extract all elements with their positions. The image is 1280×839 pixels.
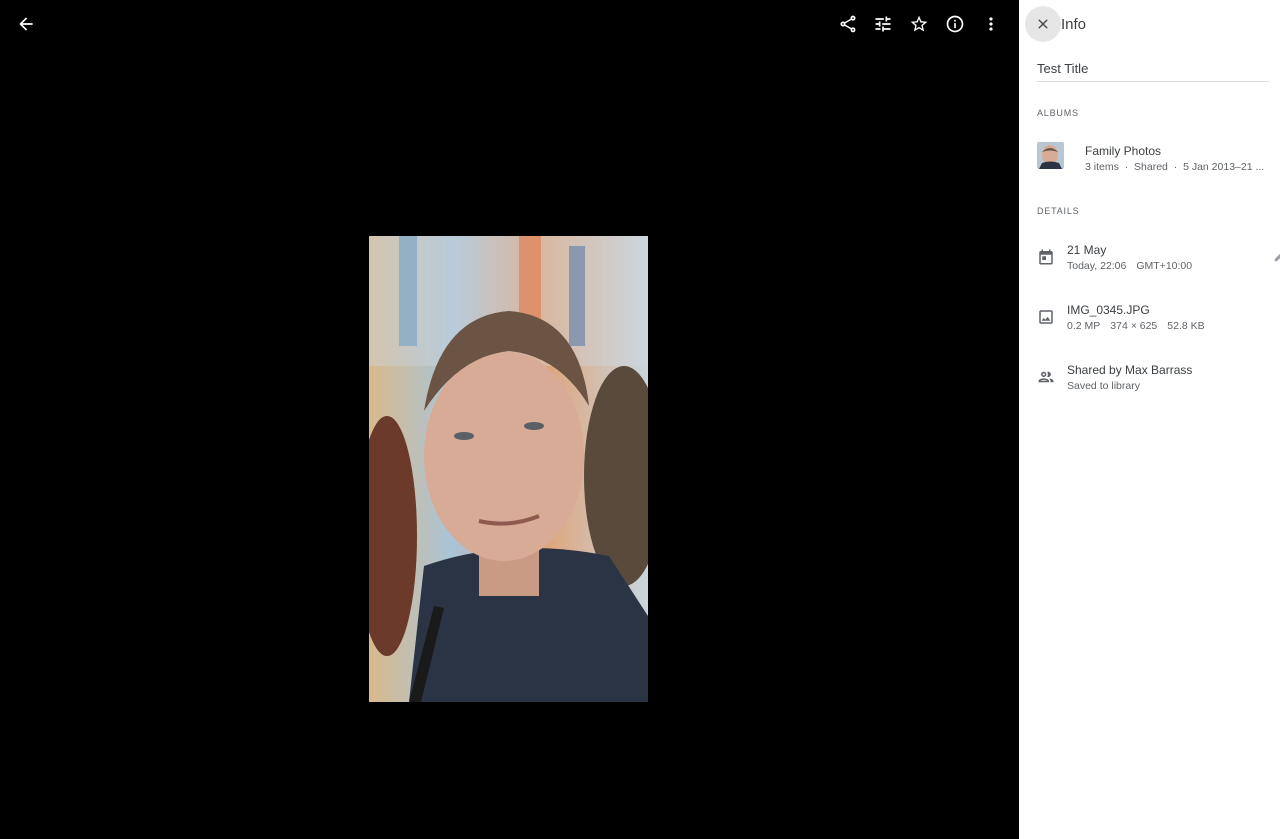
photo-viewer	[0, 0, 1019, 839]
file-size: 52.8 KB	[1167, 320, 1205, 332]
people-icon	[1037, 368, 1055, 386]
file-dimensions: 374 × 625	[1110, 320, 1158, 332]
close-icon	[1038, 19, 1048, 29]
album-shared-status: Shared	[1134, 161, 1168, 173]
saved-status: Saved to library	[1067, 380, 1140, 392]
info-icon	[946, 15, 964, 33]
album-item-count: 3 items	[1085, 161, 1119, 173]
calendar-icon	[1037, 248, 1055, 266]
album-item[interactable]: Family Photos 3 items · Shared · 5 Jan 2…	[1037, 140, 1277, 176]
image-icon	[1037, 308, 1055, 326]
share-button[interactable]	[832, 8, 864, 40]
file-megapixels: 0.2 MP	[1067, 320, 1101, 332]
separator: ·	[1124, 161, 1129, 173]
tune-icon	[875, 16, 891, 32]
edit-date-button[interactable]	[1273, 249, 1280, 263]
albums-section-label: ALBUMS	[1037, 108, 1079, 118]
close-button[interactable]	[1025, 6, 1061, 42]
separator: ·	[1173, 161, 1178, 173]
more-options-button[interactable]	[975, 8, 1007, 40]
album-thumbnail	[1037, 142, 1064, 169]
date-detail: 21 May Today, 22:06 GMT+10:00	[1037, 241, 1280, 281]
info-panel: Info ALBUMS Family Photos 3 items · Shar…	[1019, 0, 1280, 839]
pencil-icon	[1274, 253, 1280, 262]
sharing-detail: Shared by Max Barrass Saved to library	[1037, 361, 1277, 401]
photo-title-input[interactable]	[1037, 60, 1269, 82]
date-secondary: Today, 22:06 GMT+10:00	[1067, 260, 1192, 272]
album-name: Family Photos	[1085, 144, 1162, 158]
main-photo	[369, 236, 648, 702]
album-date-range: 5 Jan 2013–21 ...	[1183, 161, 1265, 173]
date-time: Today, 22:06	[1067, 260, 1127, 272]
arrow-back-icon	[19, 17, 33, 31]
info-button[interactable]	[939, 8, 971, 40]
file-name: IMG_0345.JPG	[1067, 303, 1150, 317]
more-vert-icon	[989, 17, 993, 31]
details-section-label: DETAILS	[1037, 206, 1080, 216]
panel-title: Info	[1061, 16, 1087, 33]
date-primary: 21 May	[1067, 243, 1107, 257]
favorite-button[interactable]	[903, 8, 935, 40]
share-icon	[840, 15, 856, 33]
date-timezone: GMT+10:00	[1136, 260, 1193, 272]
edit-button[interactable]	[867, 8, 899, 40]
file-detail: IMG_0345.JPG 0.2 MP 374 × 625 52.8 KB	[1037, 301, 1277, 341]
star-outline-icon	[910, 15, 928, 32]
album-meta: 3 items · Shared · 5 Jan 2013–21 ...	[1085, 161, 1280, 173]
back-button[interactable]	[10, 8, 42, 40]
shared-by: Shared by Max Barrass	[1067, 363, 1193, 377]
file-meta: 0.2 MP 374 × 625 52.8 KB	[1067, 320, 1205, 332]
